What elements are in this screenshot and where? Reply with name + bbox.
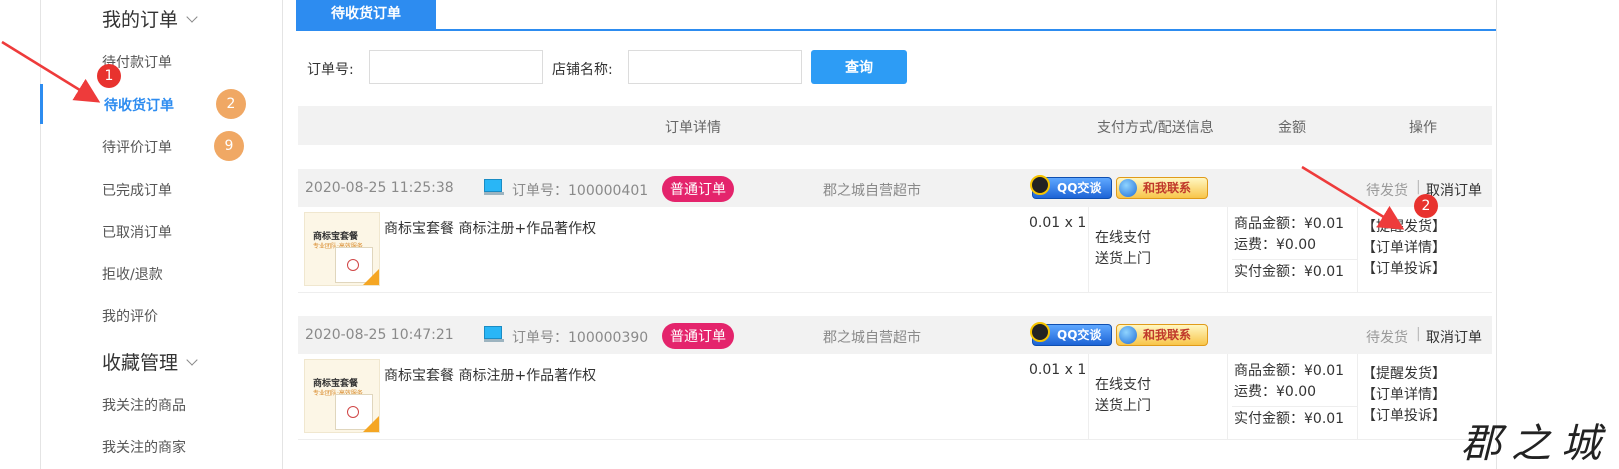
annotation-step-1: 1 <box>97 64 121 88</box>
annotation-arrow-1 <box>1 40 101 103</box>
watermark: 郡之城 <box>1461 421 1611 467</box>
annotation-arrow-2 <box>1301 165 1405 230</box>
annotation-step-2: 2 <box>1414 194 1438 218</box>
annotation-arrows <box>1 40 1405 230</box>
